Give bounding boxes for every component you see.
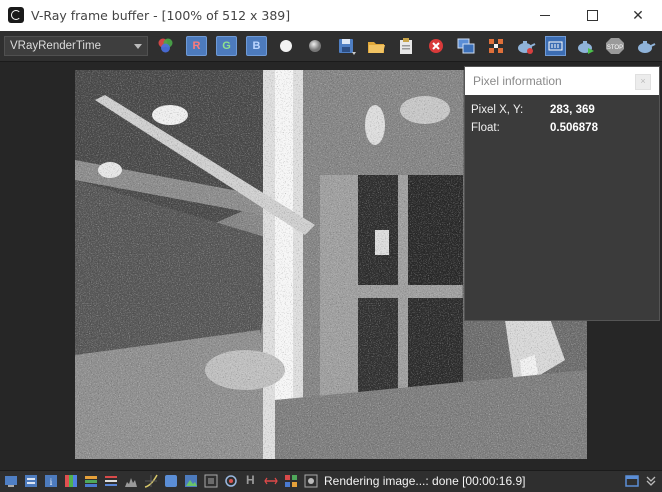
pixel-xy-value: 283, 369 [550,104,595,116]
red-channel-button[interactable]: R [186,36,207,56]
vray-logo-icon [8,7,24,23]
render-last-icon[interactable] [635,36,656,56]
gear-icon[interactable] [304,474,318,488]
minimize-icon [540,15,550,16]
white-dot-icon[interactable] [277,36,298,56]
status-bar: i H Rendering image...: done [00:00:16.9… [0,470,662,492]
svg-text:STOP: STOP [607,45,623,51]
fullscreen-icon[interactable] [625,474,639,488]
channel-value: VRayRenderTime [10,40,101,52]
maximize-button[interactable] [569,0,615,31]
rgb-circles-icon[interactable] [155,36,176,56]
frame-icon[interactable] [204,474,218,488]
pixel-xy-label: Pixel X, Y: [471,104,524,116]
layers-icon[interactable] [24,474,38,488]
title-bar: V-Ray frame buffer - [100% of 512 x 389]… [0,0,662,31]
toolbar: VRayRenderTime R G B STOP [0,31,662,62]
clipboard-icon[interactable] [396,36,417,56]
h-icon[interactable]: H [246,473,260,487]
chevron-down-icon [134,44,142,49]
save-icon[interactable] [337,36,358,56]
pixel-info-close-icon[interactable]: × [635,74,651,90]
interactive-teapot-icon[interactable] [575,36,596,56]
minimize-button[interactable] [522,0,568,31]
history-icon[interactable] [545,36,566,56]
blue-channel-button[interactable]: B [246,36,267,56]
open-folder-icon[interactable] [366,36,387,56]
curve-icon[interactable] [144,474,158,488]
tiles-icon[interactable] [284,474,298,488]
pixel-float-label: Float: [471,122,500,134]
lut-icon[interactable] [164,474,178,488]
gray-dot-icon[interactable] [306,36,327,56]
levels-icon[interactable] [104,474,118,488]
render-area: Pixel information × Pixel X, Y: 283, 369… [0,62,662,470]
color-correct-icon[interactable] [64,474,78,488]
pixel-info-header[interactable]: Pixel information × [465,67,659,95]
compare-icon[interactable] [264,474,278,488]
histogram-icon[interactable] [124,474,138,488]
duplicate-icon[interactable] [456,36,477,56]
stop-icon[interactable]: STOP [605,36,626,56]
lens-icon[interactable] [224,474,238,488]
green-channel-button[interactable]: G [216,36,237,56]
pixel-info-panel: Pixel information × Pixel X, Y: 283, 369… [464,66,660,321]
region-icon[interactable] [486,36,507,56]
maximize-icon [587,10,598,21]
render-teapot-icon[interactable] [515,36,536,56]
render-status-text: Rendering image...: done [00:00:16.9] [324,474,526,488]
expand-icon[interactable] [644,474,658,488]
display-icon[interactable] [4,474,18,488]
close-button[interactable]: ✕ [615,0,661,31]
window-title: V-Ray frame buffer - [100% of 512 x 389] [31,8,291,23]
info-icon[interactable]: i [44,474,58,488]
image-icon[interactable] [184,474,198,488]
hsl-icon[interactable] [84,474,98,488]
clear-icon[interactable] [426,36,447,56]
close-icon: ✕ [632,7,644,23]
pixel-info-title: Pixel information [473,74,562,88]
channel-dropdown[interactable]: VRayRenderTime [4,36,148,56]
pixel-float-value: 0.506878 [550,122,598,134]
